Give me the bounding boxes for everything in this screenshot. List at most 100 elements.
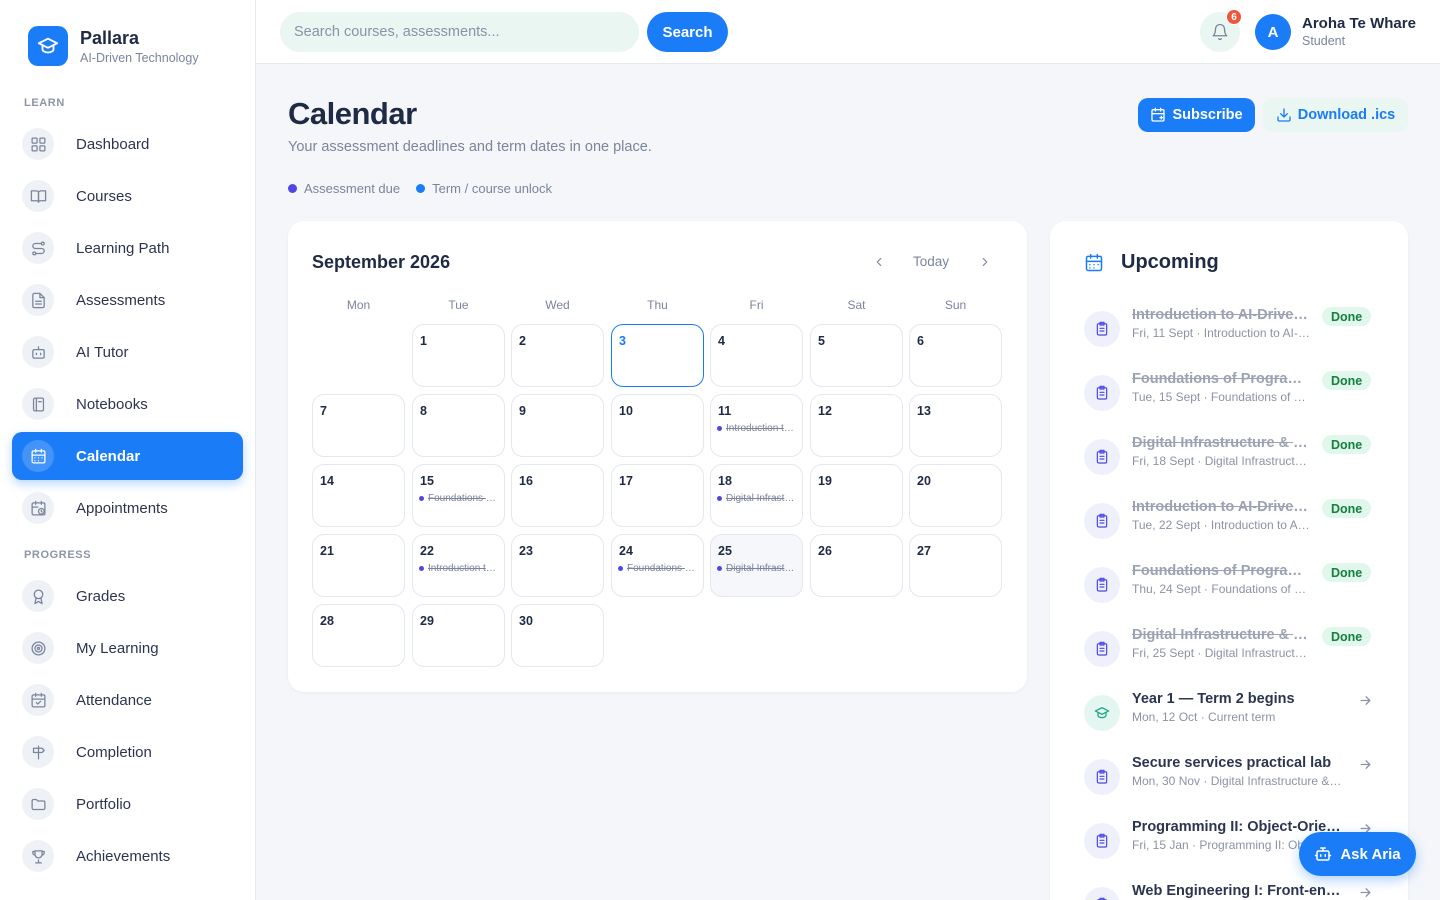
document-icon-glyph: [31, 292, 45, 308]
upcoming-item[interactable]: Web Engineering I: Front-end Development: [1084, 883, 1384, 900]
calendar-day[interactable]: 26: [810, 534, 903, 597]
calendar-day[interactable]: 7: [312, 394, 405, 457]
calendar-day[interactable]: 11 Introduction to AI-Driven Technology: [710, 394, 803, 457]
sidebar-item-assessments[interactable]: Assessments: [12, 276, 243, 324]
chevron-right-icon: [982, 257, 988, 267]
calendar-day[interactable]: 1: [412, 324, 505, 387]
weekday-label: Tue: [448, 298, 469, 312]
calendar-day[interactable]: 3: [611, 324, 704, 387]
day-number: 13: [917, 404, 931, 418]
brand[interactable]: Pallara AI-Driven Technology: [28, 26, 199, 66]
today-button[interactable]: Today: [900, 254, 962, 269]
event-title: Introduction to AI-Driven Technology: [726, 423, 796, 434]
sidebar-item-label: Achievements: [76, 847, 171, 865]
calendar-event[interactable]: Digital Infrastructure: [717, 563, 796, 574]
upcoming-item[interactable]: Introduction to AI-Driven Technology Tue,…: [1084, 499, 1384, 547]
upcoming-item[interactable]: Digital Infrastructure & Networks Fri, 18…: [1084, 435, 1384, 483]
search-button[interactable]: Search: [647, 12, 728, 52]
sidebar-item-grades[interactable]: Grades: [12, 572, 243, 620]
sidebar-item-ai-tutor[interactable]: AI Tutor: [12, 328, 243, 376]
calendar-day[interactable]: 8: [412, 394, 505, 457]
calendar-event[interactable]: Foundations of Programming: [618, 563, 697, 574]
calendar-day[interactable]: 24 Foundations of Programming: [611, 534, 704, 597]
trophy-icon-glyph: [31, 849, 45, 864]
arrow-right-icon[interactable]: [1358, 693, 1373, 713]
next-month-button[interactable]: [974, 251, 996, 273]
upcoming-item-title: Foundations of Programming: [1132, 371, 1310, 387]
calendar-event[interactable]: Introduction to AI-Driven Technology: [419, 563, 498, 574]
sidebar-item-attendance[interactable]: Attendance: [12, 676, 243, 724]
calendar-day[interactable]: 23: [511, 534, 604, 597]
calendar-day[interactable]: 12: [810, 394, 903, 457]
sidebar-item-notebooks[interactable]: Notebooks: [12, 380, 243, 428]
upcoming-item-title: Digital Infrastructure & Networks: [1132, 435, 1310, 451]
calendar-day[interactable]: 20: [909, 464, 1002, 527]
calendar-clock-icon-glyph: [30, 500, 46, 516]
calendar-day[interactable]: 16: [511, 464, 604, 527]
arrow-right-icon[interactable]: [1358, 757, 1373, 777]
notifications-button[interactable]: 6: [1200, 9, 1242, 52]
day-number: 25: [718, 544, 732, 558]
calendar-day[interactable]: 18 Digital Infrastructure: [710, 464, 803, 527]
calendar-day[interactable]: 28: [312, 604, 405, 667]
calendar-day[interactable]: 13: [909, 394, 1002, 457]
assessment-icon: [1084, 503, 1120, 539]
sidebar-item-achievements[interactable]: Achievements: [12, 832, 243, 880]
weekday-label: Sun: [944, 298, 967, 312]
calendar-day[interactable]: 9: [511, 394, 604, 457]
upcoming-item[interactable]: Secure services practical lab Mon, 30 Nov…: [1084, 755, 1384, 803]
clipboard-icon: [1096, 449, 1108, 464]
day-number: 20: [917, 474, 931, 488]
calendar-day[interactable]: 2: [511, 324, 604, 387]
upcoming-item[interactable]: Foundations of Programming Tue, 15 Sept ·…: [1084, 371, 1384, 419]
calendar-event[interactable]: Foundations of Programming: [419, 493, 498, 504]
calendar-day[interactable]: 17: [611, 464, 704, 527]
sidebar-item-calendar[interactable]: Calendar: [12, 432, 243, 480]
sidebar-item-learning-path[interactable]: Learning Path: [12, 224, 243, 272]
calendar-day[interactable]: 4: [710, 324, 803, 387]
weekday-label: Thu: [647, 298, 668, 312]
upcoming-item[interactable]: Foundations of Programming Thu, 24 Sept ·…: [1084, 563, 1384, 611]
upcoming-item[interactable]: Digital Infrastructure & Networks Fri, 25…: [1084, 627, 1384, 675]
folder-icon: [22, 788, 54, 820]
ask-aria-button[interactable]: Ask Aria: [1299, 832, 1416, 876]
upcoming-item-subtitle: Tue, 15 Sept · Foundations of Programmin…: [1132, 390, 1312, 404]
calendar-day[interactable]: 14: [312, 464, 405, 527]
top-bar: Search 6 A Aroha Te Whare Student: [256, 0, 1440, 64]
calendar-day[interactable]: 27: [909, 534, 1002, 597]
notebook-icon: [22, 388, 54, 420]
day-number: 21: [320, 544, 334, 558]
sidebar-item-label: Grades: [76, 587, 126, 605]
sidebar-item-courses[interactable]: Courses: [12, 172, 243, 220]
calendar-day[interactable]: 21: [312, 534, 405, 597]
day-number: 18: [718, 474, 732, 488]
calendar-day[interactable]: 15 Foundations of Programming: [412, 464, 505, 527]
subscribe-button[interactable]: Subscribe: [1138, 98, 1255, 132]
calendar-day[interactable]: 6: [909, 324, 1002, 387]
calendar-day[interactable]: 29: [412, 604, 505, 667]
avatar[interactable]: A: [1255, 14, 1291, 50]
grid-icon: [22, 128, 54, 160]
calendar-day[interactable]: 5: [810, 324, 903, 387]
calendar-day[interactable]: 30: [511, 604, 604, 667]
search-input[interactable]: [280, 12, 639, 52]
event-title: Digital Infrastructure: [726, 493, 796, 504]
sidebar-item-my-learning[interactable]: My Learning: [12, 624, 243, 672]
user-name[interactable]: Aroha Te Whare: [1302, 15, 1416, 32]
calendar-event[interactable]: Digital Infrastructure: [717, 493, 796, 504]
calendar-event[interactable]: Introduction to AI-Driven Technology: [717, 423, 796, 434]
assessment-dot: [618, 566, 623, 571]
sidebar-item-completion[interactable]: Completion: [12, 728, 243, 776]
sidebar-item-portfolio[interactable]: Portfolio: [12, 780, 243, 828]
calendar-day[interactable]: 10: [611, 394, 704, 457]
calendar-day[interactable]: 22 Introduction to AI-Driven Technology: [412, 534, 505, 597]
arrow-right-icon[interactable]: [1358, 885, 1373, 900]
sidebar-item-appointments[interactable]: Appointments: [12, 484, 243, 532]
upcoming-item[interactable]: Year 1 — Term 2 begins Mon, 12 Oct · Curr…: [1084, 691, 1384, 739]
upcoming-item[interactable]: Introduction to AI-Driven Technology Fri,…: [1084, 307, 1384, 355]
calendar-day[interactable]: 19: [810, 464, 903, 527]
calendar-day[interactable]: 25 Digital Infrastructure: [710, 534, 803, 597]
previous-month-button[interactable]: [868, 251, 890, 273]
download-ics-button[interactable]: Download .ics: [1263, 98, 1408, 132]
sidebar-item-dashboard[interactable]: Dashboard: [12, 120, 243, 168]
